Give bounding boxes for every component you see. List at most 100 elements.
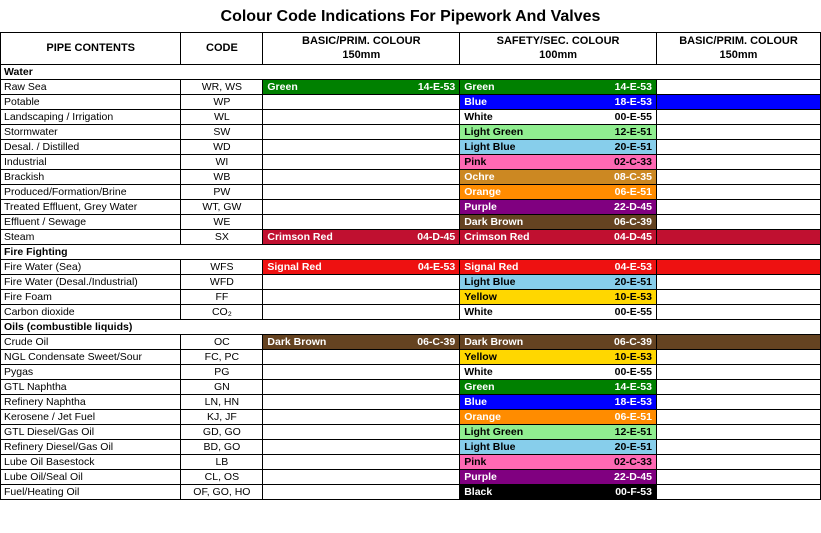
pipe-name: GTL Naphtha (1, 379, 181, 394)
basic-colour-1 (263, 424, 460, 439)
page-title: Colour Code Indications For Pipework And… (0, 0, 821, 32)
pipe-code: CL, OS (181, 469, 263, 484)
table-row: Potable WP Blue18-E-53 (1, 94, 821, 109)
pipe-code: WR, WS (181, 79, 263, 94)
basic-colour-2 (656, 229, 820, 244)
pipe-name: NGL Condensate Sweet/Sour (1, 349, 181, 364)
basic-colour-1 (263, 439, 460, 454)
safety-colour: Light Blue20-E-51 (460, 439, 657, 454)
basic-colour-2 (656, 349, 820, 364)
pipe-code: PW (181, 184, 263, 199)
pipe-code: LB (181, 454, 263, 469)
safety-colour: Crimson Red04-D-45 (460, 229, 657, 244)
basic-colour-2 (656, 304, 820, 319)
pipe-code: CO₂ (181, 304, 263, 319)
basic-colour-2 (656, 199, 820, 214)
basic-colour-1 (263, 154, 460, 169)
pipe-name: Brackish (1, 169, 181, 184)
basic-colour-1: Dark Brown06-C-39 (263, 334, 460, 349)
basic-colour-2 (656, 79, 820, 94)
basic-colour-1 (263, 109, 460, 124)
pipe-code: SX (181, 229, 263, 244)
pipe-name: Potable (1, 94, 181, 109)
safety-colour: White00-E-55 (460, 109, 657, 124)
basic-colour-1: Green14-E-53 (263, 79, 460, 94)
safety-colour: Orange06-E-51 (460, 409, 657, 424)
table-row: Desal. / Distilled WD Light Blue20-E-51 (1, 139, 821, 154)
header-basic2: BASIC/PRIM. COLOUR150mm (656, 33, 820, 65)
safety-colour: Light Blue20-E-51 (460, 274, 657, 289)
basic-colour-2 (656, 409, 820, 424)
header-pipe: PIPE CONTENTS (1, 33, 181, 65)
basic-colour-1 (263, 184, 460, 199)
pipe-name: Treated Effluent, Grey Water (1, 199, 181, 214)
pipe-name: Produced/Formation/Brine (1, 184, 181, 199)
basic-colour-1 (263, 274, 460, 289)
basic-colour-2 (656, 484, 820, 499)
section-header: Fire Fighting (1, 244, 821, 259)
safety-colour: Dark Brown06-C-39 (460, 334, 657, 349)
safety-colour: Light Green12-E-51 (460, 124, 657, 139)
pipe-code: OC (181, 334, 263, 349)
basic-colour-2 (656, 154, 820, 169)
table-row: Raw Sea WR, WS Green14-E-53 Green14-E-53 (1, 79, 821, 94)
pipe-name: Pygas (1, 364, 181, 379)
safety-colour: Pink02-C-33 (460, 154, 657, 169)
pipe-name: Landscaping / Irrigation (1, 109, 181, 124)
safety-colour: Black00-F-53 (460, 484, 657, 499)
table-row: GTL Diesel/Gas Oil GD, GO Light Green12-… (1, 424, 821, 439)
pipe-name: Refinery Diesel/Gas Oil (1, 439, 181, 454)
table-row: Carbon dioxide CO₂ White00-E-55 (1, 304, 821, 319)
safety-colour: Green14-E-53 (460, 79, 657, 94)
safety-colour: Light Blue20-E-51 (460, 139, 657, 154)
table-row: Pygas PG White00-E-55 (1, 364, 821, 379)
safety-colour: Blue18-E-53 (460, 394, 657, 409)
table-row: Industrial WI Pink02-C-33 (1, 154, 821, 169)
pipe-code: KJ, JF (181, 409, 263, 424)
basic-colour-1 (263, 394, 460, 409)
pipe-code: WD (181, 139, 263, 154)
pipe-code: LN, HN (181, 394, 263, 409)
pipe-code: FC, PC (181, 349, 263, 364)
pipe-name: Stormwater (1, 124, 181, 139)
basic-colour-1: Crimson Red04-D-45 (263, 229, 460, 244)
header-safety: SAFETY/SEC. COLOUR100mm (460, 33, 657, 65)
basic-colour-1 (263, 289, 460, 304)
basic-colour-2 (656, 274, 820, 289)
table-row: NGL Condensate Sweet/Sour FC, PC Yellow1… (1, 349, 821, 364)
pipe-code: SW (181, 124, 263, 139)
safety-colour: White00-E-55 (460, 364, 657, 379)
pipe-code: WP (181, 94, 263, 109)
pipe-name: Crude Oil (1, 334, 181, 349)
table-row: Lube Oil Basestock LB Pink02-C-33 (1, 454, 821, 469)
pipe-name: GTL Diesel/Gas Oil (1, 424, 181, 439)
pipe-code: GD, GO (181, 424, 263, 439)
table-row: Fire Water (Desal./Industrial) WFD Light… (1, 274, 821, 289)
table-row: GTL Naphtha GN Green14-E-53 (1, 379, 821, 394)
pipe-code: WFD (181, 274, 263, 289)
pipe-name: Fire Water (Desal./Industrial) (1, 274, 181, 289)
pipe-code: WE (181, 214, 263, 229)
basic-colour-1 (263, 304, 460, 319)
pipe-code: WL (181, 109, 263, 124)
basic-colour-1 (263, 94, 460, 109)
pipe-name: Carbon dioxide (1, 304, 181, 319)
basic-colour-2 (656, 424, 820, 439)
pipe-name: Refinery Naphtha (1, 394, 181, 409)
header-code: CODE (181, 33, 263, 65)
pipe-name: Lube Oil/Seal Oil (1, 469, 181, 484)
pipe-name: Industrial (1, 154, 181, 169)
basic-colour-2 (656, 139, 820, 154)
basic-colour-1 (263, 124, 460, 139)
basic-colour-2 (656, 454, 820, 469)
pipe-name: Kerosene / Jet Fuel (1, 409, 181, 424)
table-row: Landscaping / Irrigation WL White00-E-55 (1, 109, 821, 124)
basic-colour-2 (656, 334, 820, 349)
pipe-code: PG (181, 364, 263, 379)
pipe-code: FF (181, 289, 263, 304)
safety-colour: Blue18-E-53 (460, 94, 657, 109)
pipe-code: WB (181, 169, 263, 184)
basic-colour-1 (263, 454, 460, 469)
table-row: Lube Oil/Seal Oil CL, OS Purple22-D-45 (1, 469, 821, 484)
basic-colour-2 (656, 439, 820, 454)
